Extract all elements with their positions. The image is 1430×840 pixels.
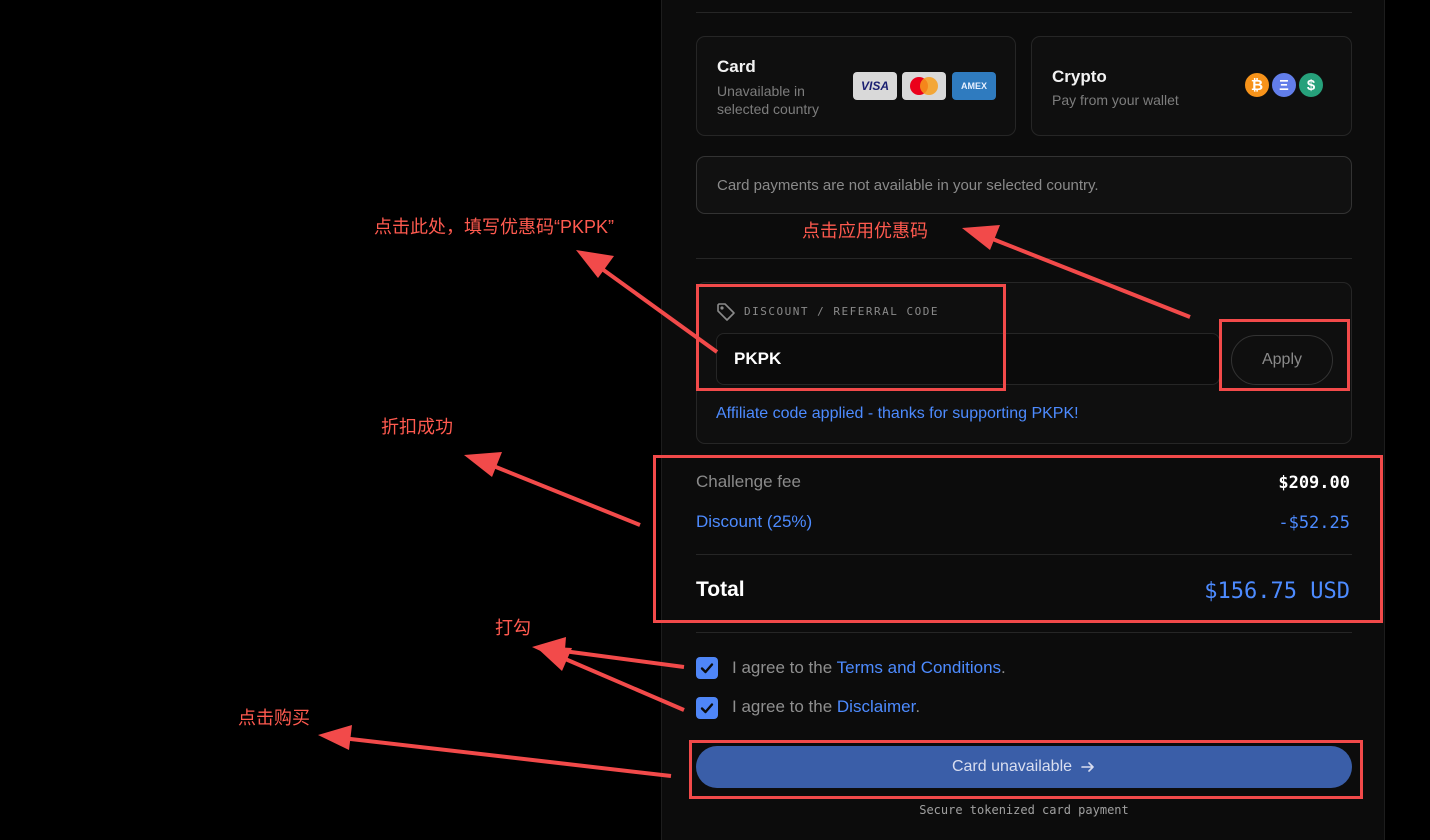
arrow-to-apply-label (962, 225, 1191, 319)
arrow-to-code-label (576, 250, 719, 354)
arrow-to-discount-label (464, 452, 641, 527)
annotation-arrows (318, 225, 1191, 778)
arrow-to-buy-label (318, 725, 672, 778)
